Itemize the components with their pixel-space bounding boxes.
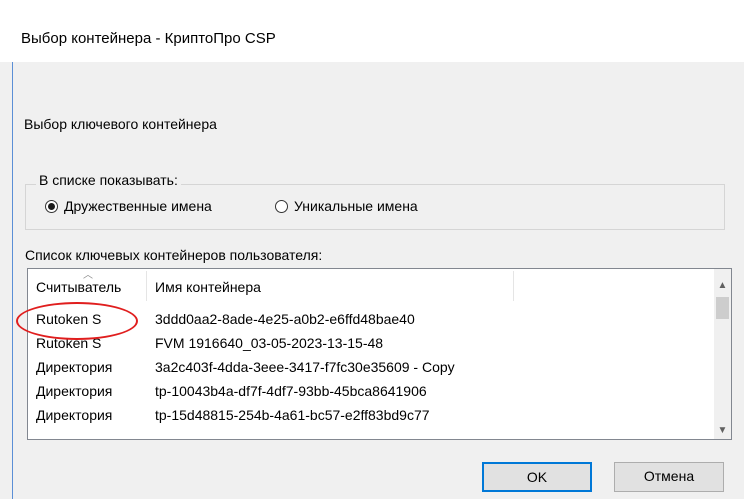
radio-circle-icon[interactable] [275, 199, 288, 213]
list-row[interactable]: Директория 3a2c403f-4dda-3eee-3417-f7fc3… [28, 357, 708, 378]
list-row[interactable]: Директория tp-15d48815-254b-4a61-bc57-e2… [28, 405, 708, 426]
radio-unique-names[interactable]: Уникальные имена [275, 198, 418, 214]
container-list[interactable]: ︿ Считыватель Имя контейнера Rutoken S 3… [27, 268, 732, 440]
scrollbar-thumb[interactable] [716, 297, 729, 319]
row-reader: Директория [36, 407, 113, 423]
cancel-button[interactable]: Отмена [614, 462, 724, 492]
title-bar[interactable]: Выбор контейнера - КриптоПро CSP [0, 0, 744, 62]
ok-button[interactable]: OK [482, 462, 592, 492]
red-annotation-circle [16, 302, 138, 340]
radio-friendly-names[interactable]: Дружественные имена [45, 198, 212, 214]
vertical-scrollbar[interactable]: ▲ ▼ [714, 269, 731, 439]
row-container-name: FVM 1916640_03-05-2023-13-15-48 [155, 335, 384, 351]
list-row[interactable]: Директория tp-10043b4a-df7f-4df7-93bb-45… [28, 381, 708, 402]
radio-friendly-names-label[interactable]: Дружественные имена [64, 198, 212, 214]
radio-unique-names-label[interactable]: Уникальные имена [294, 198, 418, 214]
scroll-down-icon[interactable]: ▼ [714, 422, 731, 439]
list-header: ︿ Считыватель Имя контейнера [28, 269, 708, 301]
window-border [12, 62, 13, 499]
show-options-legend: В списке показывать: [36, 172, 181, 188]
row-container-name: 3ddd0aa2-8ade-4e25-a0b2-e6ffd48bae40 [155, 311, 415, 327]
column-separator[interactable] [513, 271, 514, 301]
dialog-heading: Выбор ключевого контейнера [24, 116, 217, 132]
row-container-name: 3a2c403f-4dda-3eee-3417-f7fc30e35609 - C… [155, 359, 455, 375]
list-row-partial[interactable] [28, 429, 708, 439]
row-container-name: tp-15d48815-254b-4a61-bc57-e2ff83bd9c77 [155, 407, 430, 423]
window-title: Выбор контейнера - КриптоПро CSP [21, 30, 276, 47]
column-separator[interactable] [146, 271, 147, 301]
container-selection-dialog: Выбор контейнера - КриптоПро CSP Выбор к… [0, 0, 744, 499]
row-container-name: tp-10043b4a-df7f-4df7-93bb-45bca8641906 [155, 383, 427, 399]
row-reader: Директория [36, 383, 113, 399]
row-reader: Директория [36, 359, 113, 375]
column-header-reader[interactable]: Считыватель [36, 269, 121, 301]
container-list-label: Список ключевых контейнеров пользователя… [25, 247, 323, 263]
column-header-container-name[interactable]: Имя контейнера [155, 269, 261, 301]
scroll-up-icon[interactable]: ▲ [714, 277, 731, 294]
list-row[interactable]: Rutoken S FVM 1916640_03-05-2023-13-15-4… [28, 333, 708, 354]
radio-circle-checked-icon[interactable] [45, 199, 58, 213]
